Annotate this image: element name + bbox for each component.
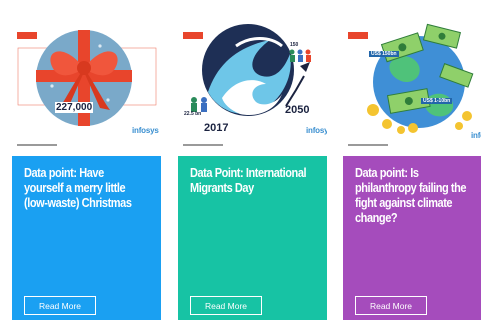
brand-logo-text: infosys [132,126,159,135]
article-card-philanthropy[interactable]: US$ 150bn US$ 1-10bn infosys Data point:… [343,6,481,320]
money-globe-illustration [367,23,474,134]
publisher-logo [348,32,368,39]
stat-label-2: US$ 1-10bn [421,98,453,104]
start-stat-label: 22.5 bn [184,111,202,117]
source-footnote [348,144,388,146]
source-footnote [183,144,223,146]
read-more-button[interactable]: Read More [24,296,96,315]
card-thumbnail[interactable]: 22.5 bn 150 2017 2050 infosys [178,6,327,156]
article-card-christmas[interactable]: 227,000 infosys Data point: Have yoursel… [12,6,161,320]
brand-logo-text: infosys [471,131,481,140]
card-thumbnail[interactable]: US$ 150bn US$ 1-10bn infosys [343,6,481,156]
read-more-button[interactable]: Read More [190,296,262,315]
source-footnote [17,144,57,146]
end-year-label: 2050 [285,104,310,116]
card-title[interactable]: Data point: Is philanthropy failing the … [355,166,471,226]
read-more-button[interactable]: Read More [355,296,427,315]
publisher-logo [17,32,37,39]
card-thumbnail[interactable]: 227,000 infosys [12,6,161,156]
article-card-migrants[interactable]: 22.5 bn 150 2017 2050 infosys Data Point… [178,6,327,320]
stat-label-1: US$ 150bn [369,51,399,57]
card-panel: Data Point: International Migrants Day R… [178,156,327,320]
publisher-logo [183,32,203,39]
start-year-label: 2017 [204,122,229,134]
stat-label: 227,000 [55,102,94,113]
card-title[interactable]: Data Point: International Migrants Day [190,166,307,196]
card-panel: Data point: Have yourself a merry little… [12,156,161,320]
card-panel: Data point: Is philanthropy failing the … [343,156,481,320]
card-title[interactable]: Data point: Have yourself a merry little… [24,166,140,211]
brand-logo-text: infosys [306,126,327,135]
migrants-wave-illustration [191,24,311,116]
end-stat-label: 150 [290,42,299,48]
